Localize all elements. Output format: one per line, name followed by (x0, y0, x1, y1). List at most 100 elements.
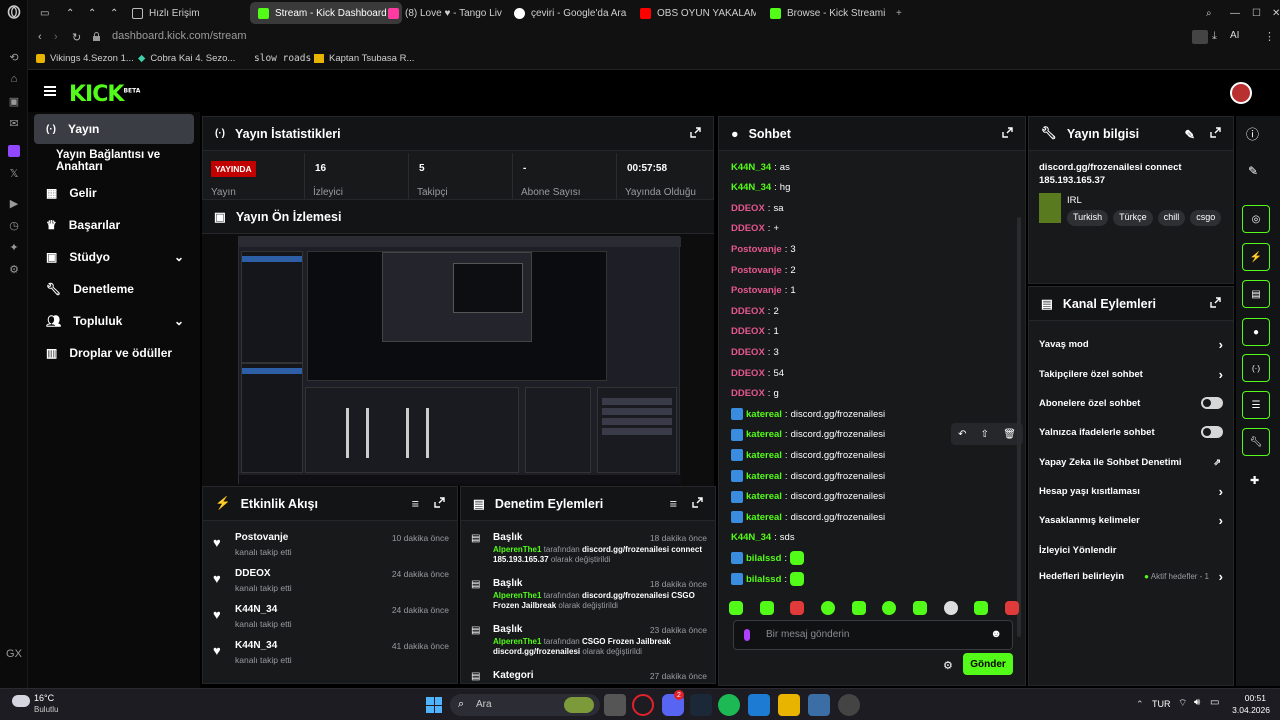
vscode-taskbar-icon[interactable] (748, 694, 770, 716)
battery-icon[interactable]: ▭ (1210, 697, 1219, 708)
opera-gx-taskbar-icon[interactable] (632, 694, 654, 716)
chat-username[interactable]: DDEOX (731, 326, 765, 337)
clock-time[interactable]: 00:51 (1226, 693, 1266, 703)
discord-taskbar-icon[interactable]: 2 (662, 690, 684, 716)
close-icon[interactable]: ✕ (1264, 2, 1280, 24)
chat-scrollbar[interactable] (1017, 217, 1021, 637)
sidebar-item-revenue[interactable]: ▦ Gelir (34, 178, 194, 208)
obs-taskbar-icon[interactable] (838, 694, 860, 716)
preview-video[interactable] (238, 236, 681, 484)
maximize-icon[interactable]: ☐ (1244, 2, 1264, 24)
chat-username[interactable]: katereal (746, 512, 782, 523)
emote-icon[interactable] (820, 601, 835, 615)
taskbar-search[interactable]: ⌕ Ara (450, 694, 600, 716)
rail-button-chat[interactable]: ● (1242, 318, 1270, 346)
volume-icon[interactable]: 🔊︎ (1194, 697, 1200, 708)
weather-temp[interactable]: 16°C (34, 693, 54, 703)
back-icon[interactable]: ‹ (38, 31, 42, 43)
image-icon[interactable]: ▣ (0, 90, 28, 112)
channel-action-9[interactable]: Hedefleri belirleyin ● Aktif hedefler - 1… (1039, 565, 1225, 587)
toggle-switch[interactable] (1201, 426, 1223, 438)
start-icon[interactable] (426, 697, 442, 713)
emote-icon[interactable] (943, 601, 958, 615)
chat-username[interactable]: katereal (746, 491, 782, 502)
pinned-tab-2[interactable]: ⌃ (80, 2, 100, 24)
history-icon[interactable]: ⟲ (0, 46, 28, 68)
tab-google[interactable]: çeviri - Google'da Ara (506, 2, 630, 24)
chat-input[interactable]: Bir mesaj gönderin ☻ (733, 620, 1013, 650)
wifi-icon[interactable]: ⌔ (1178, 697, 1187, 710)
sidebar-item-stream[interactable]: (·) Yayın (34, 114, 194, 144)
hamburger-icon[interactable] (44, 86, 56, 96)
chat-username[interactable]: DDEOX (731, 347, 765, 358)
pin-icon[interactable]: ✦ (0, 236, 28, 258)
sidebar-item-community[interactable]: 👥︎ Topluluk ⌄ (34, 306, 194, 336)
channel-action-2[interactable]: Takipçilere özel sohbet › (1039, 363, 1225, 385)
filter-icon[interactable]: ≡ (670, 497, 677, 511)
emote-icon[interactable] (790, 601, 805, 615)
activity-user[interactable]: DDEOX (235, 568, 271, 579)
player-icon[interactable]: ▶ (0, 192, 28, 214)
rail-button-moderation[interactable]: ▤ (1242, 280, 1270, 308)
info-icon[interactable]: ⓘ (1246, 124, 1259, 143)
avatar[interactable] (1230, 82, 1252, 104)
bookmark-3[interactable]: slow roads (254, 53, 311, 64)
task-view-icon[interactable] (604, 694, 626, 716)
kick-logo[interactable]: KICKBETA (69, 82, 140, 107)
bookmark-1[interactable]: Vikings 4.Sezon 1... (36, 53, 134, 64)
activity-user[interactable]: K44N_34 (235, 640, 277, 651)
screenshot-icon[interactable] (1192, 30, 1208, 44)
forward-icon[interactable]: › (54, 31, 58, 43)
app-taskbar-icon[interactable] (808, 694, 830, 716)
tab-quick-access[interactable]: Hızlı Erişim (124, 2, 244, 24)
moderation-actor[interactable]: AlperenThe1 (493, 637, 541, 646)
rail-button-activity[interactable]: ⚡ (1242, 243, 1270, 271)
emote-icon[interactable] (851, 601, 866, 615)
emote-icon[interactable] (729, 601, 743, 615)
tag-chip[interactable]: Turkish (1067, 210, 1109, 226)
sidebar-item-studio[interactable]: ▣ Stüdyo ⌄ (34, 242, 194, 272)
chat-username[interactable]: katereal (746, 450, 782, 461)
tab-menu-icon[interactable]: ▭ (32, 2, 54, 24)
twitch-icon[interactable] (0, 140, 28, 162)
chat-username[interactable]: DDEOX (731, 306, 765, 317)
expand-icon[interactable] (690, 127, 701, 138)
sidebar-item-drops[interactable]: ▥ Droplar ve ödüller (34, 338, 194, 368)
minimize-icon[interactable]: — (1222, 2, 1242, 24)
tag-chip[interactable]: chill (1157, 210, 1186, 226)
chat-username[interactable]: bilalssd (746, 574, 781, 585)
chat-username[interactable]: DDEOX (731, 368, 765, 379)
filter-icon[interactable]: ≡ (412, 497, 419, 511)
channel-action-3[interactable]: Abonelere özel sohbet (1039, 392, 1225, 414)
emote-icon[interactable] (974, 601, 989, 615)
send-button[interactable]: Gönder (963, 653, 1013, 675)
expand-icon[interactable] (1002, 127, 1013, 138)
add-widget-icon[interactable]: ✚ (1250, 474, 1259, 487)
expand-icon[interactable] (1210, 297, 1221, 308)
tab-kick-browse[interactable]: Browse - Kick Streaming (762, 2, 886, 24)
channel-action-5[interactable]: Yapay Zeka ile Sohbet Denetimi ⇗ (1039, 451, 1225, 473)
chat-username[interactable]: DDEOX (731, 223, 765, 234)
url-text[interactable]: dashboard.kick.com/stream (112, 30, 247, 42)
clock-icon[interactable]: ◷ (0, 214, 28, 236)
emote-icon[interactable] (1004, 601, 1019, 615)
chat-username[interactable]: katereal (746, 429, 782, 440)
activity-user[interactable]: Postovanje (235, 532, 288, 543)
channel-action-4[interactable]: Yalnızca ifadelerle sohbet (1039, 421, 1225, 443)
chat-username[interactable]: katereal (746, 471, 782, 482)
chat-username[interactable]: Postovanje (731, 265, 782, 276)
expand-icon[interactable] (692, 497, 703, 508)
tab-tango[interactable]: (8) Love ♥ - Tango Live (380, 2, 502, 24)
sidebar-item-stream-key[interactable]: Yayın Bağlantısı ve Anahtarı (34, 146, 194, 176)
chat-username[interactable]: K44N_34 (731, 162, 771, 173)
chat-username[interactable]: katereal (746, 409, 782, 420)
menu-icon[interactable]: ⋮ (1264, 30, 1275, 43)
toggle-switch[interactable] (1201, 397, 1223, 409)
gx-icon[interactable]: GX (0, 643, 28, 665)
expand-icon[interactable] (1210, 127, 1221, 138)
language-indicator[interactable]: TUR (1152, 699, 1171, 709)
emote-icon[interactable] (912, 601, 927, 615)
chat-username[interactable]: K44N_34 (731, 532, 771, 543)
emote-icon[interactable] (882, 601, 897, 615)
new-tab-button[interactable]: + (888, 2, 908, 24)
